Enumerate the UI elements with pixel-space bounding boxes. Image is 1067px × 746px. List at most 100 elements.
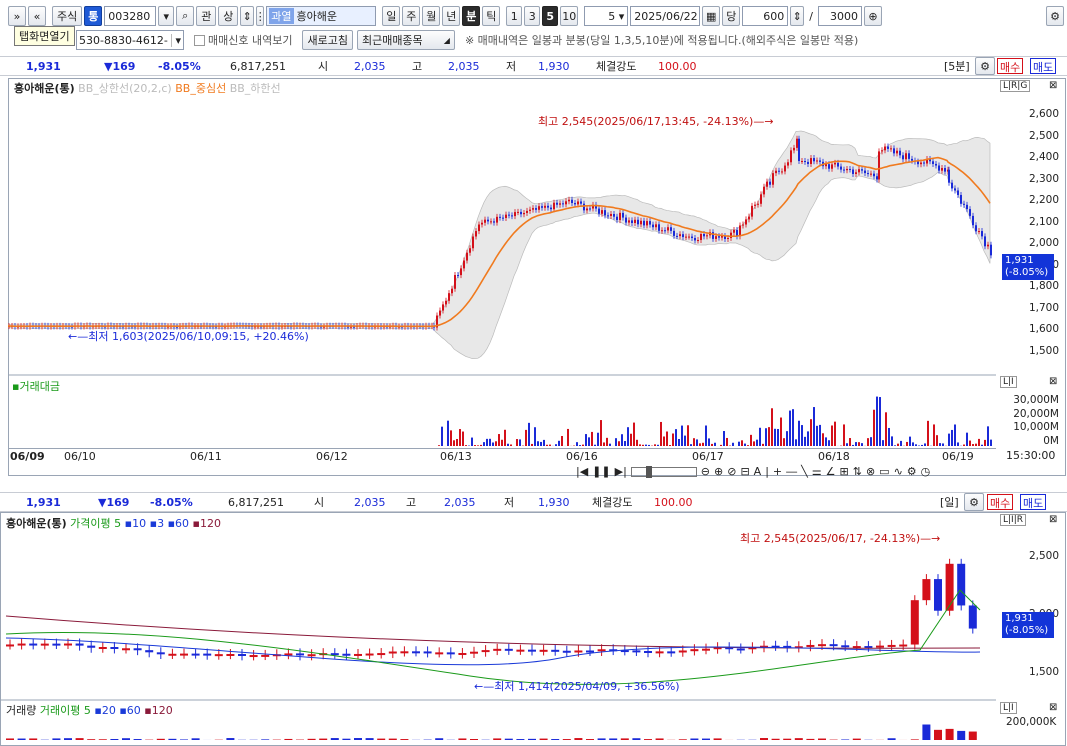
candle-body xyxy=(876,176,878,180)
candle-body xyxy=(679,234,681,237)
close-vol-pane-icon[interactable]: ⊠ xyxy=(1049,376,1057,387)
search-icon[interactable]: ⌕ xyxy=(176,6,195,26)
minute-value-select[interactable]: 5 ▾ xyxy=(584,6,629,26)
volume-bar xyxy=(807,431,809,446)
close-bottom-pane-icon[interactable]: ⊠ xyxy=(1049,514,1057,525)
chart-settings-icon-b[interactable]: ⚙ xyxy=(964,493,984,511)
time-label: 15:30:00 xyxy=(1006,449,1056,462)
period-minute[interactable]: 분 xyxy=(462,6,481,26)
rect-icon[interactable]: ▭ xyxy=(879,465,889,478)
account-select[interactable]: 530-8830-4612- ▾ xyxy=(76,30,184,50)
period-year[interactable]: 년 xyxy=(442,6,461,26)
daily-volume-bar xyxy=(760,738,768,740)
cross-icon[interactable]: + xyxy=(773,465,782,478)
period-month[interactable]: 월 xyxy=(422,6,441,26)
volume-bar xyxy=(600,420,602,446)
candle-body xyxy=(583,203,585,211)
close-bottom-vol-icon[interactable]: ⊠ xyxy=(1049,702,1057,713)
zoom-in-icon[interactable]: ⊕ xyxy=(863,6,882,26)
period-tick[interactable]: 틱 xyxy=(482,6,501,26)
sell-button-b[interactable]: 매도 xyxy=(1020,494,1047,510)
spin-icon[interactable]: ⇕ xyxy=(240,6,255,26)
angle-icon[interactable]: ∠ xyxy=(826,465,836,478)
settings-button[interactable]: ⚙ xyxy=(1046,6,1064,26)
candle-body xyxy=(475,231,477,237)
period-week[interactable]: 주 xyxy=(402,6,421,26)
chart-settings-icon[interactable]: ⚙ xyxy=(975,57,995,75)
fib-icon[interactable]: ⚌ xyxy=(812,465,822,478)
scale-toggle-bottom[interactable]: L|I|R xyxy=(1000,514,1026,526)
zoom-in-ctrl-icon[interactable]: ⊕ xyxy=(714,465,723,478)
next-icon[interactable]: ▶| xyxy=(615,465,627,478)
arrows-icon[interactable]: ⇅ xyxy=(853,465,862,478)
date-input[interactable]: 2025/06/22 xyxy=(630,6,701,26)
daily-candle xyxy=(493,648,502,651)
menu-dots-icon[interactable]: ⋮ xyxy=(255,6,266,26)
scroll-slider[interactable] xyxy=(630,465,697,478)
clock-icon[interactable]: ◷ xyxy=(921,465,931,478)
minute-5[interactable]: 5 xyxy=(542,6,559,26)
daily-candle xyxy=(934,579,942,611)
candle-body xyxy=(849,168,851,170)
buy-button[interactable]: 매수 xyxy=(997,58,1024,74)
collapse-button[interactable]: « xyxy=(28,6,46,26)
minute-3[interactable]: 3 xyxy=(524,6,541,26)
vline-icon[interactable]: | xyxy=(765,465,769,478)
max-count-input[interactable]: 3000 xyxy=(817,6,862,26)
price-b: 1,931 xyxy=(26,495,61,509)
trend-icon[interactable]: ╲ xyxy=(801,465,808,478)
buy-button-b[interactable]: 매수 xyxy=(987,494,1014,510)
volume-bar xyxy=(741,440,743,446)
daily-volume-bar xyxy=(458,738,467,740)
scale-toggle-top[interactable]: L|R|G xyxy=(1000,80,1031,92)
minute-1[interactable]: 1 xyxy=(506,6,523,26)
candle-body xyxy=(742,224,744,226)
calc-icon[interactable]: ⊗ xyxy=(866,465,875,478)
candle-body xyxy=(607,215,609,217)
code-dropdown-icon[interactable]: ▾ xyxy=(158,6,175,26)
stock-name-field[interactable]: 과열 흥아해운 xyxy=(266,6,377,26)
gwan-button[interactable]: 관 xyxy=(196,6,217,26)
count-input[interactable]: 600 xyxy=(742,6,789,26)
signal-checkbox[interactable]: 매매신호 내역보기 xyxy=(194,32,292,48)
hline-icon[interactable]: ⊟ xyxy=(740,465,749,478)
wave-icon[interactable]: ∿ xyxy=(894,465,903,478)
horizontal-icon[interactable]: ― xyxy=(786,465,797,478)
count-spin-icon[interactable]: ⇕ xyxy=(790,6,805,26)
slider-thumb[interactable] xyxy=(645,465,652,478)
daily-volume-bar xyxy=(493,738,502,740)
daily-volume-bar xyxy=(852,738,861,740)
text-icon[interactable]: A xyxy=(754,465,762,478)
sang-button[interactable]: 상 xyxy=(218,6,239,26)
close-pane-icon[interactable]: ⊠ xyxy=(1049,80,1057,91)
strength-label-b: 체결강도 xyxy=(592,496,633,509)
sell-button[interactable]: 매도 xyxy=(1030,58,1057,74)
tong-toggle[interactable]: 통 xyxy=(84,6,103,26)
scale-toggle-bottom-vol[interactable]: L|I xyxy=(1000,702,1017,714)
bottom-vol-tick: 200,000K xyxy=(1006,716,1057,728)
candle-body xyxy=(810,158,812,164)
bottom-price-tag-value: 1,931 xyxy=(1005,613,1034,624)
gear-ctrl-icon[interactable]: ⚙ xyxy=(907,465,917,478)
volume-bar xyxy=(624,441,626,446)
first-icon[interactable]: |◀ xyxy=(576,465,588,478)
calendar-icon[interactable]: ▦ xyxy=(702,6,721,26)
grid-icon[interactable]: ⊞ xyxy=(840,465,849,478)
volume-bar xyxy=(540,441,542,446)
expand-button[interactable]: » xyxy=(8,6,26,26)
stock-type-button[interactable]: 주식 xyxy=(52,6,83,26)
scale-toggle-vol[interactable]: L|I xyxy=(1000,376,1017,388)
dang-button[interactable]: 당 xyxy=(722,6,741,26)
zoom-out-icon[interactable]: ⊖ xyxy=(701,465,710,478)
zoom-fit-icon[interactable]: ⊘ xyxy=(727,465,736,478)
pause-icon[interactable]: ❚❚ xyxy=(592,465,610,478)
minute-10[interactable]: 10 xyxy=(560,6,579,26)
stock-code-input[interactable]: 003280 xyxy=(104,6,157,26)
volume-bar xyxy=(753,441,755,446)
volume-bar xyxy=(774,428,776,446)
vma-20: 20 xyxy=(101,704,116,717)
refresh-button[interactable]: 새로고침 xyxy=(302,30,353,50)
recent-stocks-button[interactable]: 최근매매종목 ◢ xyxy=(356,30,455,50)
tooltip: 탭화면열기 xyxy=(14,26,75,46)
period-day[interactable]: 일 xyxy=(382,6,401,26)
